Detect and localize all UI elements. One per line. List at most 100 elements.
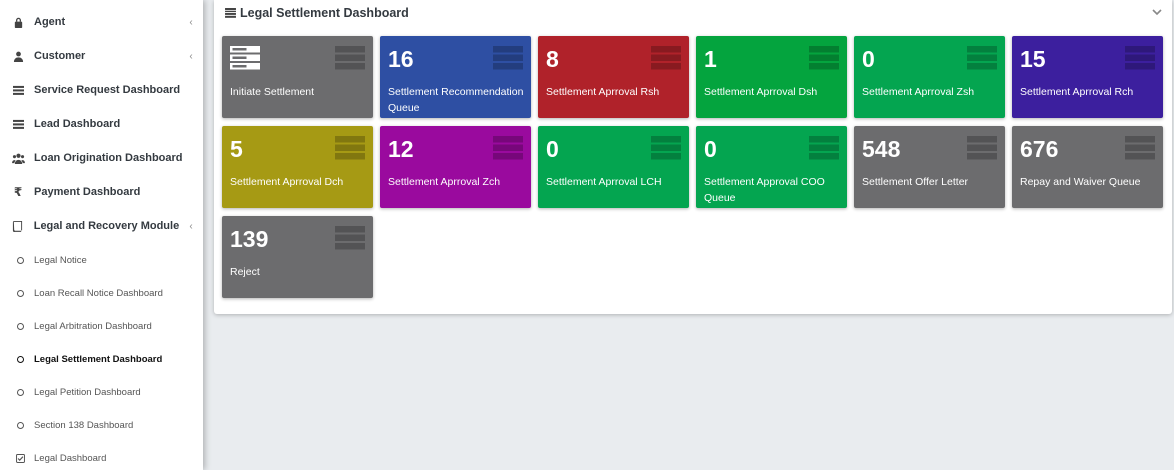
sidebar-subitem-legal-settlement-dashboard[interactable]: Legal Settlement Dashboard <box>0 346 203 372</box>
tile-count: 12 <box>388 136 414 162</box>
tile-count: 0 <box>704 136 717 162</box>
tile-count: 0 <box>862 46 875 72</box>
sidebar: Agent ‹ Customer ‹ Service Request Dashb… <box>0 0 203 470</box>
tile-settlement-offer-letter[interactable]: 548 Settlement Offer Letter <box>854 126 1005 208</box>
sidebar-subitem-legal-notice[interactable]: Legal Notice <box>0 247 203 273</box>
chevron-left-icon: ‹ <box>189 50 193 62</box>
user-icon <box>0 51 34 62</box>
tile-settlement-approval-dsh[interactable]: 1 Settlement Aprroval Dsh <box>696 36 847 118</box>
sidebar-subitem-label: Legal Settlement Dashboard <box>34 353 163 365</box>
tile-count: 15 <box>1020 46 1046 72</box>
sidebar-item-label: Loan Origination Dashboard <box>34 152 183 164</box>
sidebar-item-label: Legal and Recovery Module <box>33 220 180 232</box>
tile-count: 5 <box>230 136 243 162</box>
sidebar-subitem-label: Legal Notice <box>34 254 87 266</box>
tile-label: Settlement Aprroval Zch <box>388 176 501 188</box>
tile-count: 676 <box>1020 136 1059 162</box>
server-icon <box>967 136 997 160</box>
tile-settlement-approval-zch[interactable]: 12 Settlement Aprroval Zch <box>380 126 531 208</box>
sidebar-item-label: Service Request Dashboard <box>34 84 181 96</box>
rupee-icon: ₹ <box>13 185 23 199</box>
sidebar-subitem-label: Legal Petition Dashboard <box>34 386 141 398</box>
server-icon <box>493 136 523 160</box>
card-title: Legal Settlement Dashboard <box>240 6 409 20</box>
tile-settlement-recommendation-queue[interactable]: 16 Settlement Recommendation Queue <box>380 36 531 118</box>
tile-count: 1 <box>704 46 717 72</box>
sidebar-subitem-loan-recall-notice-dashboard[interactable]: Loan Recall Notice Dashboard <box>0 280 203 306</box>
sidebar-item-label: Payment Dashboard <box>34 186 141 198</box>
sidebar-item-service-request-dashboard[interactable]: Service Request Dashboard <box>0 75 203 105</box>
book-icon <box>0 220 34 232</box>
sidebar-subitem-label: Loan Recall Notice Dashboard <box>34 287 163 299</box>
sidebar-subitem-legal-petition-dashboard[interactable]: Legal Petition Dashboard <box>0 379 203 405</box>
server-icon <box>493 46 523 70</box>
circle-icon <box>0 355 34 363</box>
sidebar-item-payment-dashboard[interactable]: ₹ Payment Dashboard <box>0 177 203 207</box>
tile-label: Settlement Offer Letter <box>862 176 969 188</box>
sidebar-item-legal-and-recovery-module[interactable]: Legal and Recovery Module ‹ <box>0 211 203 241</box>
checkbox-icon <box>0 453 34 463</box>
legal-settlement-card: Legal Settlement Dashboard Initiate Sett… <box>214 0 1172 314</box>
tile-label: Settlement Aprroval Zsh <box>862 86 975 98</box>
tile-settlement-approval-zsh[interactable]: 0 Settlement Aprroval Zsh <box>854 36 1005 118</box>
list-icon <box>0 85 34 96</box>
server-icon <box>230 46 260 70</box>
tile-label: Settlement Aprroval Rsh <box>546 86 660 98</box>
server-icon <box>335 136 365 160</box>
sidebar-item-label: Customer <box>34 50 86 62</box>
circle-icon <box>0 388 34 396</box>
chevron-down-icon[interactable] <box>1150 5 1164 19</box>
tile-settlement-approval-lch[interactable]: 0 Settlement Aprroval LCH <box>538 126 689 208</box>
tile-count: 16 <box>388 46 414 72</box>
circle-icon <box>0 322 34 330</box>
sidebar-subitem-label: Legal Dashboard <box>34 452 107 464</box>
tile-label: Settlement Recommendation Queue <box>388 86 524 114</box>
tile-count: 139 <box>230 226 269 252</box>
tile-label: Initiate Settlement <box>230 86 315 98</box>
tile-label: Settlement Aprroval LCH <box>546 176 662 188</box>
server-icon <box>651 136 681 160</box>
server-icon <box>1125 46 1155 70</box>
tile-label: Settlement Approval COO Queue <box>704 176 825 204</box>
circle-icon <box>0 421 34 429</box>
tile-label: Repay and Waiver Queue <box>1020 176 1141 188</box>
sidebar-subitem-section-138-dashboard[interactable]: Section 138 Dashboard <box>0 412 203 438</box>
server-icon <box>335 46 365 70</box>
tile-settlement-approval-dch[interactable]: 5 Settlement Aprroval Dch <box>222 126 373 208</box>
lock-icon <box>0 17 34 28</box>
sidebar-item-lead-dashboard[interactable]: Lead Dashboard <box>0 109 203 139</box>
sidebar-item-loan-origination-dashboard[interactable]: Loan Origination Dashboard <box>0 143 203 173</box>
tile-repay-and-waiver-queue[interactable]: 676 Repay and Waiver Queue <box>1012 126 1163 208</box>
server-icon <box>809 136 839 160</box>
tile-count: 8 <box>546 46 559 72</box>
server-icon <box>335 226 365 250</box>
sidebar-subitem-legal-arbitration-dashboard[interactable]: Legal Arbitration Dashboard <box>0 313 203 339</box>
tile-settlement-approval-coo-queue[interactable]: 0 Settlement Approval COO Queue <box>696 126 847 208</box>
server-icon <box>651 46 681 70</box>
tile-count: 0 <box>546 136 559 162</box>
users-icon <box>0 153 34 164</box>
tile-settlement-approval-rsh[interactable]: 8 Settlement Aprroval Rsh <box>538 36 689 118</box>
chevron-left-icon: ‹ <box>189 220 193 232</box>
tile-initiate-settlement[interactable]: Initiate Settlement <box>222 36 373 118</box>
chevron-left-icon: ‹ <box>189 16 193 28</box>
sidebar-subitem-legal-dashboard[interactable]: Legal Dashboard <box>0 445 203 470</box>
circle-icon <box>0 256 34 264</box>
server-icon <box>967 46 997 70</box>
sidebar-item-customer[interactable]: Customer ‹ <box>0 41 203 71</box>
tile-label: Reject <box>230 266 260 278</box>
list-icon <box>225 8 240 18</box>
card-header: Legal Settlement Dashboard <box>214 0 1172 26</box>
list-icon <box>0 119 34 130</box>
sidebar-subitem-label: Section 138 Dashboard <box>34 419 134 431</box>
sidebar-subitem-label: Legal Arbitration Dashboard <box>34 320 152 332</box>
circle-icon <box>0 289 34 297</box>
tile-label: Settlement Aprroval Dsh <box>704 86 818 98</box>
sidebar-item-label: Lead Dashboard <box>34 118 121 130</box>
tile-label: Settlement Aprroval Dch <box>230 176 344 188</box>
tile-reject[interactable]: 139 Reject <box>222 216 373 298</box>
sidebar-item-label: Agent <box>34 16 66 28</box>
tile-settlement-approval-rch[interactable]: 15 Settlement Aprroval Rch <box>1012 36 1163 118</box>
server-icon <box>809 46 839 70</box>
sidebar-item-agent[interactable]: Agent ‹ <box>0 7 203 37</box>
